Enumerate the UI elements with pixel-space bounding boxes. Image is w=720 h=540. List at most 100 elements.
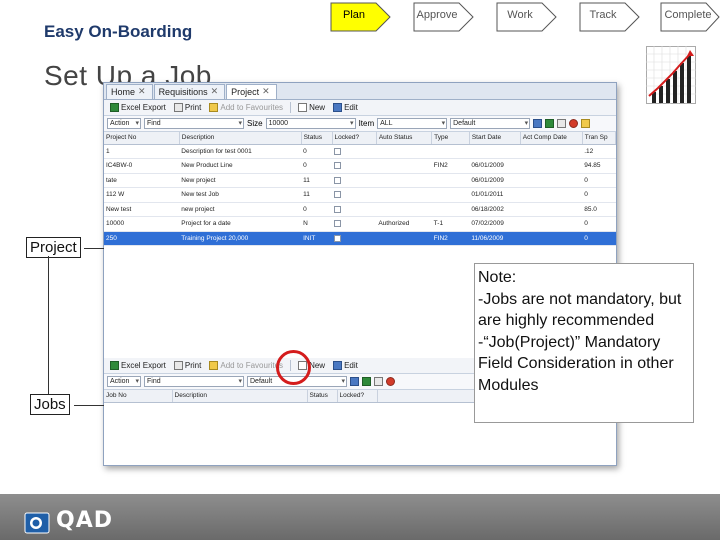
column-header[interactable]: Status: [307, 390, 338, 403]
star-icon: [209, 103, 219, 112]
table-cell: [520, 144, 583, 159]
table-cell: [376, 144, 432, 159]
project-toolbar: Excel Export Print Add to Favourites New…: [104, 100, 616, 116]
tab-project[interactable]: Project ✕: [226, 84, 277, 99]
table-cell: 0: [301, 144, 333, 159]
column-header[interactable]: Locked?: [337, 390, 378, 403]
filter-icon[interactable]: [533, 119, 543, 128]
tab-requisitions[interactable]: Requisitions ✕: [153, 84, 226, 99]
column-header[interactable]: Job No: [104, 390, 173, 403]
table-cell: 0: [582, 216, 616, 232]
settings-icon[interactable]: [557, 119, 567, 128]
close-icon[interactable]: ✕: [211, 86, 219, 97]
new-button[interactable]: New: [295, 103, 328, 112]
table-cell: 10000: [104, 216, 180, 232]
connector-line: [74, 405, 104, 406]
table-row[interactable]: 1 Description for test 0001 0 .12: [104, 144, 616, 159]
find-input[interactable]: Find: [144, 118, 244, 129]
column-header[interactable]: Start Date: [469, 132, 521, 145]
table-cell: [332, 216, 377, 232]
table-cell: New test Job: [179, 187, 302, 203]
new-label: New: [309, 103, 326, 112]
project-label: Project: [26, 237, 81, 258]
settings-icon[interactable]: [374, 377, 383, 386]
add-to-favourites-button[interactable]: Add to Favourites: [206, 361, 286, 370]
locked-checkbox[interactable]: [334, 147, 342, 155]
view-dropdown[interactable]: Default: [450, 118, 531, 129]
print-label: Print: [184, 103, 202, 112]
column-header[interactable]: Act Comp Date: [520, 132, 583, 145]
column-header[interactable]: Project No: [104, 132, 180, 145]
table-cell: Description for test 0001: [179, 144, 302, 159]
connector-line: [84, 248, 104, 249]
table-cell: 0: [301, 158, 333, 174]
table-row[interactable]: 250 Training Project 20,000 INIT FIN2 11/06/…: [104, 231, 616, 246]
edit-icon: [333, 103, 343, 112]
column-header[interactable]: Description: [172, 390, 308, 403]
table-cell: 0: [582, 173, 616, 188]
tab-bar: Home ✕ Requisitions ✕ Project ✕: [104, 83, 616, 100]
action-dropdown[interactable]: Action: [107, 376, 141, 387]
refresh-icon[interactable]: [362, 377, 371, 386]
column-header[interactable]: Type: [431, 132, 470, 145]
table-row[interactable]: New test new project 0 06/18/2002 85.0: [104, 202, 616, 217]
find-input[interactable]: Find: [144, 376, 244, 387]
add-to-favourites-button[interactable]: Add to Favourites: [206, 103, 286, 112]
table-cell: New project: [179, 173, 302, 188]
project-filter-bar: Action Find Size 10000 Item ALL Default: [104, 116, 616, 132]
help-icon[interactable]: [581, 119, 591, 128]
table-row[interactable]: 112 W New test Job 11 01/01/2011 0: [104, 187, 616, 203]
item-label: Item: [358, 119, 375, 128]
table-cell: IC4BW-0: [104, 158, 180, 174]
locked-checkbox[interactable]: [334, 205, 342, 213]
locked-checkbox[interactable]: [334, 234, 342, 242]
cancel-icon[interactable]: [569, 119, 579, 128]
close-icon[interactable]: ✕: [262, 86, 270, 97]
action-dropdown[interactable]: Action: [107, 118, 141, 129]
excel-export-button[interactable]: Excel Export: [107, 361, 169, 370]
locked-checkbox[interactable]: [334, 220, 342, 228]
table-cell: [332, 231, 377, 246]
favourites-label: Add to Favourites: [220, 361, 284, 370]
close-icon[interactable]: ✕: [138, 86, 146, 97]
table-cell: 11/06/2009: [469, 231, 521, 246]
table-row[interactable]: IC4BW-0 New Product Line 0 FIN2 06/01/2009 94…: [104, 158, 616, 174]
locked-checkbox[interactable]: [334, 162, 342, 170]
item-dropdown[interactable]: ALL: [377, 118, 448, 129]
table-cell: 07/02/2009: [469, 216, 521, 232]
table-cell: 112 W: [104, 187, 180, 203]
cancel-icon[interactable]: [386, 377, 395, 386]
table-cell: 11: [301, 173, 333, 188]
table-cell: FIN2: [431, 158, 470, 174]
edit-button[interactable]: Edit: [330, 103, 361, 112]
column-header[interactable]: Tran Sp: [582, 132, 616, 145]
table-cell: [332, 158, 377, 174]
tab-home[interactable]: Home ✕: [106, 84, 153, 99]
column-header[interactable]: Status: [301, 132, 333, 145]
filter-icon[interactable]: [350, 377, 359, 386]
table-cell: [431, 202, 470, 217]
size-dropdown[interactable]: 10000: [265, 118, 356, 129]
print-button[interactable]: Print: [171, 103, 204, 112]
table-cell: [431, 144, 470, 159]
edit-button[interactable]: Edit: [330, 361, 361, 370]
column-header[interactable]: Auto Status: [376, 132, 433, 145]
refresh-icon[interactable]: [545, 119, 555, 128]
excel-icon: [110, 361, 119, 370]
printer-icon: [173, 361, 183, 370]
table-row[interactable]: 10000 Project for a date N Authorized T-1 07/…: [104, 216, 616, 232]
printer-icon: [173, 103, 183, 112]
locked-checkbox[interactable]: [334, 191, 342, 199]
table-row[interactable]: tate New project 11 06/01/2009 0: [104, 173, 616, 188]
column-header[interactable]: Locked?: [332, 132, 377, 145]
process-step-label: Track: [589, 9, 617, 21]
highlight-circle: [276, 350, 311, 385]
table-cell: [520, 173, 583, 188]
table-cell: Training Project 20,000: [179, 231, 302, 246]
column-header[interactable]: Description: [179, 132, 302, 145]
locked-checkbox[interactable]: [334, 176, 342, 184]
excel-export-button[interactable]: Excel Export: [107, 103, 169, 112]
print-button[interactable]: Print: [171, 361, 204, 370]
process-step-label: Plan: [342, 9, 366, 21]
table-cell: [332, 144, 377, 159]
